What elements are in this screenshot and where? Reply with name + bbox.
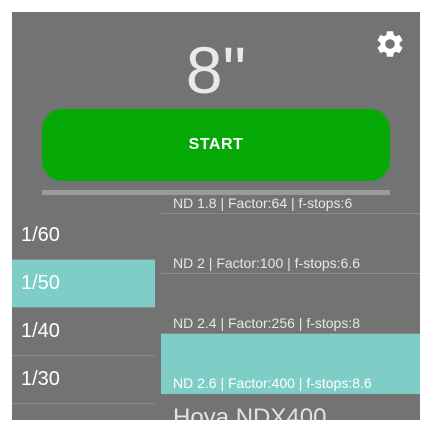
filter-brand-header-label: Hoya NDX400 <box>173 404 327 420</box>
shutter-speed-item[interactable]: 1/40 <box>12 308 155 356</box>
shutter-speed-label: 1/30 <box>21 368 60 390</box>
start-button-label: START <box>188 136 244 153</box>
nd-filter-label: ND 1.8 | Factor:64 | f-stops:6 <box>173 198 353 211</box>
nd-filter-label: ND 2.6 | Factor:400 | f-stops:8.6 <box>173 375 372 391</box>
shutter-speed-list[interactable]: 1/60 1/50 1/40 1/30 <box>12 212 155 420</box>
start-button[interactable]: START <box>42 109 390 181</box>
shutter-speed-label: 1/50 <box>21 272 60 294</box>
shutter-speed-item[interactable]: 1/30 <box>12 356 155 404</box>
app-screen: 8" START 1/60 1/50 1/40 1/30 ND 1.8 | Fa… <box>12 12 420 420</box>
nd-filter-item[interactable]: ND 1.8 | Factor:64 | f-stops:6 <box>161 198 420 214</box>
shutter-speed-label: 1/40 <box>21 320 60 342</box>
nd-filter-item[interactable]: ND 2.6 | Factor:400 | f-stops:8.6 <box>161 334 420 394</box>
nd-filter-label: ND 2 | Factor:100 | f-stops:6.6 <box>173 255 361 271</box>
shutter-speed-item[interactable]: 1/60 <box>12 212 155 260</box>
nd-filter-scroll: ND 1.8 | Factor:64 | f-stops:6 ND 2 | Fa… <box>161 198 420 420</box>
shutter-speed-label: 1/60 <box>21 224 60 246</box>
settings-button[interactable] <box>372 26 408 62</box>
exposure-time-display: 8" <box>185 33 247 107</box>
nd-filter-item[interactable]: ND 2.4 | Factor:256 | f-stops:8 <box>161 274 420 334</box>
nd-filter-label: ND 2.4 | Factor:256 | f-stops:8 <box>173 315 361 331</box>
gear-icon <box>377 31 403 57</box>
shutter-speed-item[interactable]: 1/50 <box>12 260 155 308</box>
nd-filter-item[interactable]: ND 2 | Factor:100 | f-stops:6.6 <box>161 214 420 274</box>
filter-brand-header: Hoya NDX400 <box>161 394 420 420</box>
nd-filter-list[interactable]: ND 1.8 | Factor:64 | f-stops:6 ND 2 | Fa… <box>161 198 420 420</box>
exposure-progress-bar <box>42 190 390 195</box>
